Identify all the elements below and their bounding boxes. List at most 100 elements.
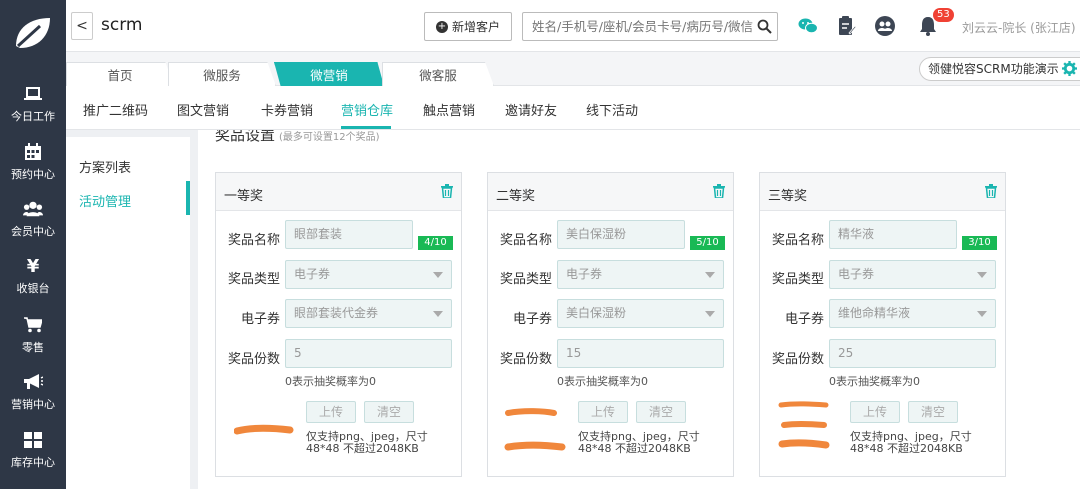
prize-type-select[interactable]: 电子券 xyxy=(829,260,996,289)
sidebar-item-cashier[interactable]: ¥ 收银台 xyxy=(0,256,66,312)
prize-name-counter: 3/10 xyxy=(962,236,997,250)
back-button[interactable]: < xyxy=(71,12,93,40)
megaphone-icon xyxy=(23,372,43,392)
sidebar-item-inventory[interactable]: 库存中心 xyxy=(0,430,66,486)
tab-home[interactable]: 首页 xyxy=(66,62,174,86)
prize-settings-panel: 奖品设置 (最多可设置12个奖品) 一等奖 奖品名称 眼部套装 4/10 奖品类型… xyxy=(198,130,1080,489)
coupon-label: 电子券 xyxy=(240,312,280,327)
clear-button[interactable]: 清空 xyxy=(908,401,958,423)
notification-badge: 53 xyxy=(933,8,954,22)
add-customer-label: 新增客户 xyxy=(451,20,500,34)
prize-name-input[interactable]: 眼部套装 xyxy=(285,220,413,249)
users-icon xyxy=(23,199,43,219)
upload-note: 仅支持png、jpeg，尺寸48*48 不超过2048KB xyxy=(578,430,700,455)
upload-button[interactable]: 上传 xyxy=(850,401,900,423)
sidebar-item-marketing[interactable]: 营销中心 xyxy=(0,372,66,428)
subnav-article-marketing[interactable]: 图文营销 xyxy=(177,100,229,119)
coupon-value: 眼部套装代金券 xyxy=(294,306,379,320)
sidebar-item-appointment[interactable]: 预约中心 xyxy=(0,142,66,198)
prize-name-input[interactable]: 精华液 xyxy=(829,220,957,249)
user-name-menu[interactable]: 刘云云-院长 (张江店)⌄ xyxy=(962,19,1080,36)
prize-qty-input[interactable]: 15 xyxy=(557,339,724,368)
caret-down-icon xyxy=(705,311,715,317)
subnav-qrcode[interactable]: 推广二维码 xyxy=(83,100,148,119)
subside-plan-list[interactable]: 方案列表 xyxy=(79,157,131,176)
coupon-value: 维他命精华液 xyxy=(838,306,911,320)
prize-type-select[interactable]: 电子券 xyxy=(285,260,452,289)
search-input[interactable] xyxy=(523,13,753,40)
caret-down-icon xyxy=(977,272,987,278)
search-icon[interactable] xyxy=(757,19,772,38)
gear-icon[interactable] xyxy=(1061,61,1077,83)
coupon-label: 电子券 xyxy=(784,312,824,327)
subnav-coupon-marketing[interactable]: 卡券营销 xyxy=(261,100,313,119)
sidebar-item-retail[interactable]: 零售 xyxy=(0,315,66,371)
prize-qty-label: 奖品份数 xyxy=(499,352,552,367)
tab-strip: 首页 微服务 微营销 微客服 领健悦容SCRM功能演示 xyxy=(66,52,1080,86)
coupon-label: 电子券 xyxy=(512,312,552,327)
clear-button[interactable]: 清空 xyxy=(364,401,414,423)
subnav-marketing-warehouse[interactable]: 营销仓库 xyxy=(341,100,393,119)
tab-label: 微服务 xyxy=(203,68,241,83)
prize-title: 一等奖 xyxy=(224,189,264,204)
tab-label: 微客服 xyxy=(419,68,457,83)
user-settings-icon[interactable] xyxy=(874,16,896,36)
prize-qty-input[interactable]: 25 xyxy=(829,339,996,368)
upload-button[interactable]: 上传 xyxy=(306,401,356,423)
customer-search xyxy=(522,12,778,41)
main-sidebar: 今日工作 预约中心 会员中心 ¥ 收银台 零售 营销中心 库存中心 xyxy=(0,0,66,489)
sidebar-item-today[interactable]: 今日工作 xyxy=(0,84,66,140)
prize-type-value: 电子券 xyxy=(294,267,331,281)
marketing-subnav: 推广二维码 图文营销 卡券营销 营销仓库 触点营销 邀请好友 线下活动 xyxy=(66,86,1080,130)
coupon-select[interactable]: 美白保湿粉 xyxy=(557,299,724,328)
wechat-icon[interactable] xyxy=(797,16,819,36)
prize-name-label: 奖品名称 xyxy=(499,233,552,248)
prize-name-label: 奖品名称 xyxy=(771,233,824,248)
clipboard-edit-icon[interactable] xyxy=(836,16,858,36)
sidebar-item-label: 会员中心 xyxy=(11,225,55,238)
trash-icon[interactable] xyxy=(985,184,997,202)
prize-title: 二等奖 xyxy=(496,189,536,204)
subnav-touchpoint-marketing[interactable]: 触点营销 xyxy=(423,100,475,119)
promo-demo-link[interactable]: 领健悦容SCRM功能演示 xyxy=(919,57,1080,81)
section-hint: (最多可设置12个奖品) xyxy=(279,132,380,143)
prize-type-label: 奖品类型 xyxy=(499,272,552,287)
user-name-label: 刘云云-院长 (张江店) xyxy=(962,21,1076,35)
tab-micro-marketing[interactable]: 微营销 xyxy=(274,62,384,86)
laptop-icon xyxy=(23,84,43,104)
caret-down-icon xyxy=(977,311,987,317)
section-title: 奖品设置 (最多可设置12个奖品) xyxy=(215,130,380,145)
tab-micro-service[interactable]: 微服务 xyxy=(168,62,276,86)
prize-name-label: 奖品名称 xyxy=(227,233,280,248)
prize-qty-label: 奖品份数 xyxy=(771,352,824,367)
probability-tip: 0表示抽奖概率为0 xyxy=(557,375,648,388)
prize-name-input[interactable]: 美白保湿粉 xyxy=(557,220,685,249)
sidebar-item-members[interactable]: 会员中心 xyxy=(0,199,66,255)
tab-micro-support[interactable]: 微客服 xyxy=(382,62,494,86)
clear-button[interactable]: 清空 xyxy=(636,401,686,423)
prize-name-counter: 5/10 xyxy=(690,236,725,250)
secondary-sidebar: 方案列表 活动管理 xyxy=(66,137,190,489)
subnav-offline-events[interactable]: 线下活动 xyxy=(586,100,638,119)
trash-icon[interactable] xyxy=(441,184,453,202)
trash-icon[interactable] xyxy=(713,184,725,202)
upload-button[interactable]: 上传 xyxy=(578,401,628,423)
sidebar-item-label: 营销中心 xyxy=(11,398,55,411)
prize-qty-input[interactable]: 5 xyxy=(285,339,452,368)
redacted-image-scribble xyxy=(778,401,830,449)
subside-activity-management[interactable]: 活动管理 xyxy=(79,191,131,210)
coupon-select[interactable]: 维他命精华液 xyxy=(829,299,996,328)
probability-tip: 0表示抽奖概率为0 xyxy=(285,375,376,388)
coupon-select[interactable]: 眼部套装代金券 xyxy=(285,299,452,328)
subnav-active-indicator xyxy=(341,126,391,129)
tab-label: 微营销 xyxy=(310,68,348,83)
prize-name-counter: 4/10 xyxy=(418,236,453,250)
calendar-icon xyxy=(23,142,43,162)
prize-type-label: 奖品类型 xyxy=(227,272,280,287)
prize-type-label: 奖品类型 xyxy=(771,272,824,287)
prize-type-select[interactable]: 电子券 xyxy=(557,260,724,289)
prize-card: 二等奖 奖品名称 美白保湿粉 5/10 奖品类型 电子券 电子券 美白保湿粉 奖… xyxy=(487,172,734,477)
subnav-invite-friends[interactable]: 邀请好友 xyxy=(505,100,557,119)
prize-type-value: 电子券 xyxy=(566,267,603,281)
add-customer-button[interactable]: + 新增客户 xyxy=(424,12,512,41)
